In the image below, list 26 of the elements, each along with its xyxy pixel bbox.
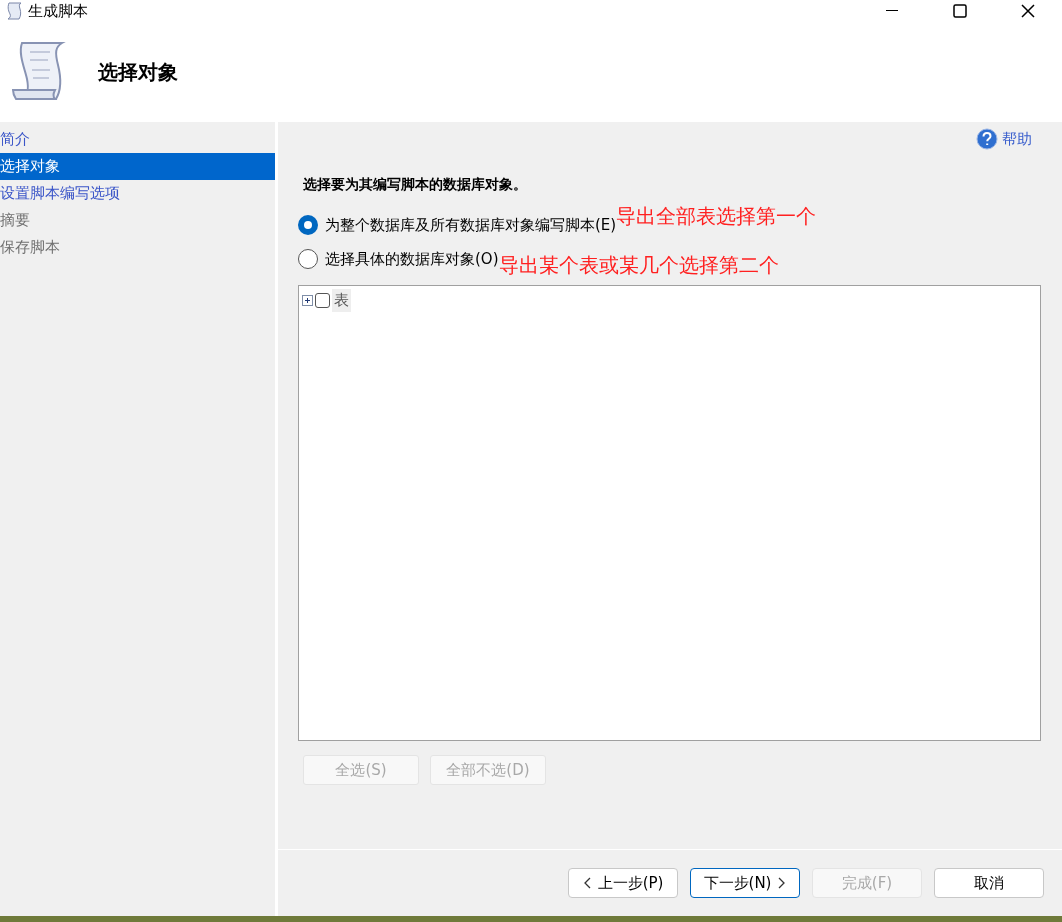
radio-button[interactable]: [298, 249, 318, 269]
page-title: 选择对象: [98, 59, 178, 86]
sidebar-item[interactable]: 设置脚本编写选项: [0, 180, 275, 207]
window-title: 生成脚本: [28, 0, 88, 22]
option-label[interactable]: 为整个数据库及所有数据库对象编写脚本(E): [325, 213, 617, 237]
object-tree[interactable]: 表: [298, 285, 1041, 741]
help-link[interactable]: 帮助: [976, 127, 1032, 151]
chevron-right-icon: [777, 877, 787, 889]
instruction-text: 选择要为其编写脚本的数据库对象。: [303, 175, 528, 194]
checkbox[interactable]: [315, 292, 330, 308]
footer-button[interactable]: 下一步(N): [690, 868, 800, 898]
footer-button[interactable]: 取消: [934, 868, 1044, 898]
maximize-icon: [953, 4, 967, 18]
sidebar-item[interactable]: 选择对象: [0, 153, 275, 180]
tree-item[interactable]: 表: [332, 289, 351, 312]
close-icon: [1021, 4, 1035, 18]
chevron-left-icon: [582, 877, 592, 889]
footer-button[interactable]: 上一步(P): [568, 868, 678, 898]
help-icon: [976, 128, 998, 150]
minimize-icon: [886, 10, 898, 12]
option-label[interactable]: 选择具体的数据库对象(O): [325, 247, 499, 271]
expand-icon[interactable]: [302, 294, 313, 306]
annotation-text: 导出全部表选择第一个: [616, 203, 817, 230]
radio-button[interactable]: [298, 215, 318, 235]
annotation-text: 导出某个表或某几个选择第二个: [498, 252, 779, 279]
sidebar-item[interactable]: 简介: [0, 126, 275, 153]
